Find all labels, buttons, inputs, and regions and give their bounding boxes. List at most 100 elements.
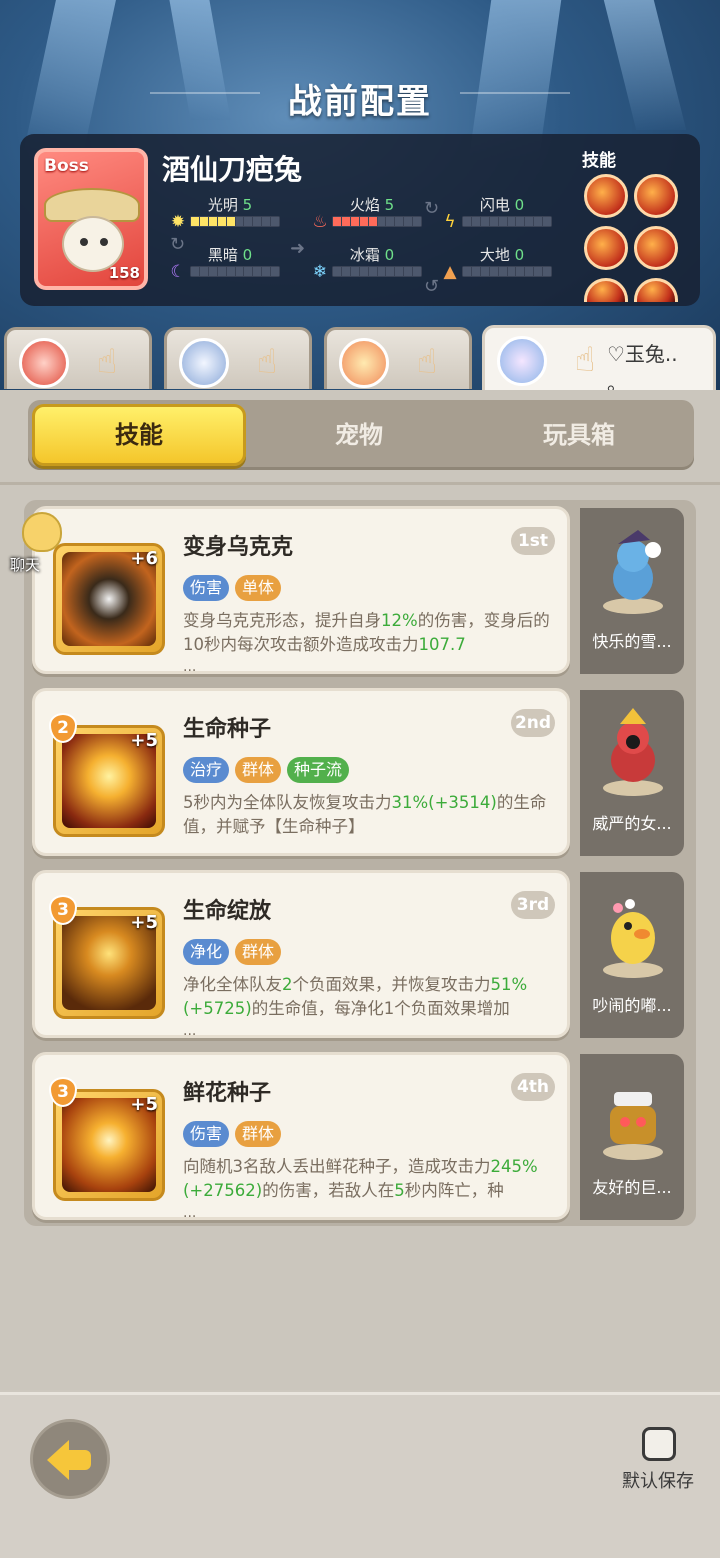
skill-tags: 净化 群体 [183, 939, 282, 965]
pet-name: 友好的巨... [592, 1178, 672, 1197]
tag: 单体 [235, 575, 282, 601]
footer: 默认保存 [0, 1392, 720, 1558]
tag: 群体 [235, 939, 282, 965]
element-lightning-bar [462, 216, 552, 227]
default-save-label: 默认保存 [622, 1471, 694, 1492]
team-slot-2[interactable]: ☝ [164, 327, 312, 389]
skill-rank: 1st [511, 527, 555, 555]
main-area: 技能 宠物 玩具箱 +6 变身乌克克 1st 伤害 单体 变身乌克克形态，提升自… [0, 390, 720, 1390]
hand-icon: ☝ [574, 340, 596, 380]
back-button[interactable] [30, 1419, 110, 1499]
skill-tags: 治疗 群体 种子流 [183, 757, 350, 783]
skill-card[interactable]: +5 3 鲜花种子 4th 伤害 群体 向随机3名敌人丢出鲜花种子，造成攻击力2… [32, 1052, 570, 1221]
tag: 净化 [183, 939, 230, 965]
skill-name: 鲜花种子 [183, 1081, 272, 1106]
tab-toybox[interactable]: 玩具箱 [472, 404, 686, 466]
skill-rank: 2nd [511, 709, 555, 737]
chat-button[interactable]: 聊天 [10, 512, 70, 576]
tag: 群体 [235, 757, 282, 783]
boss-portrait[interactable]: Boss 158 [34, 148, 148, 290]
boss-skill-orb[interactable] [634, 278, 678, 302]
skill-description: 变身乌克克形态，提升自身12%的伤害，变身后的10秒内每次攻击额外造成攻击力10… [183, 611, 550, 654]
skill-rank: 4th [511, 1073, 555, 1101]
boss-skill-orb[interactable] [584, 226, 628, 270]
tabs-bar: 技能 宠物 玩具箱 [28, 400, 694, 470]
pet-name: 吵闹的嘟... [592, 996, 672, 1015]
team-slot-4[interactable]: ☝ ♡玉兔.. 。 [482, 325, 716, 395]
lightning-icon: ϟ [444, 212, 456, 232]
fire-icon: ♨ [312, 212, 328, 232]
avatar [179, 338, 229, 388]
boss-skill-orb[interactable] [634, 226, 678, 270]
pet-name: 威严的女... [592, 814, 672, 833]
tag: 伤害 [183, 1121, 230, 1147]
avatar [339, 338, 389, 388]
element-dark-bar [190, 266, 280, 277]
cycle-arrow-icon: ↻ [170, 234, 186, 255]
tab-pets[interactable]: 宠物 [252, 404, 466, 466]
element-light-bar [190, 216, 280, 227]
pet-slot[interactable]: 威严的女... [580, 690, 684, 856]
hand-icon: ☝ [416, 342, 438, 382]
boss-skills-label: 技能 [582, 151, 616, 171]
hand-icon: ☝ [256, 342, 278, 382]
skill-description: 向随机3名敌人丢出鲜花种子，造成攻击力245%(+27562)的伤害，若敌人在5… [183, 1157, 538, 1200]
boss-skill-orb[interactable] [634, 174, 678, 218]
boss-skill-orb[interactable] [584, 278, 628, 302]
pet-figure [603, 1092, 663, 1160]
more-ellipsis: ... [183, 1205, 197, 1221]
element-lightning: 闪电 0 ϟ [440, 194, 570, 234]
tag: 种子流 [287, 757, 350, 783]
boss-name: 酒仙刀疤兔 [162, 153, 303, 186]
element-frost-bar [332, 266, 422, 277]
pet-name: 快乐的雪... [592, 632, 672, 651]
default-save-checkbox[interactable] [642, 1427, 676, 1461]
element-fire: 火焰 5 ♨ [310, 194, 440, 234]
skill-icon: +5 [53, 725, 165, 837]
tag: 群体 [235, 1121, 282, 1147]
cycle-arrow-icon: ↻ [424, 198, 440, 219]
skill-name: 生命种子 [183, 717, 272, 742]
element-fire-bar [332, 216, 422, 227]
sun-icon: ✹ [170, 212, 186, 232]
pet-slot[interactable]: 快乐的雪... [580, 508, 684, 674]
boss-skill-orb[interactable] [584, 174, 628, 218]
skill-description: 5秒内为全体队友恢复攻击力31%(+3514)的生命值，并赋予【生命种子】 [183, 793, 547, 836]
hand-icon: ☝ [96, 342, 118, 382]
pet-slot[interactable]: 友好的巨... [580, 1054, 684, 1220]
boss-info-panel: Boss 158 酒仙刀疤兔 光明 5 ✹ 火焰 5 ♨ 闪电 0 ϟ 黑暗 0… [20, 134, 700, 306]
team-slot-3[interactable]: ☝ [324, 327, 472, 389]
boss-level: 158 [108, 264, 140, 282]
skill-name: 生命绽放 [183, 899, 272, 924]
skill-card[interactable]: +6 变身乌克克 1st 伤害 单体 变身乌克克形态，提升自身12%的伤害，变身… [32, 506, 570, 675]
skill-tags: 伤害 群体 [183, 1121, 282, 1147]
pet-figure [603, 530, 663, 614]
snowflake-icon: ❄ [312, 262, 328, 282]
skill-card[interactable]: +5 2 生命种子 2nd 治疗 群体 种子流 5秒内为全体队友恢复攻击力31%… [32, 688, 570, 856]
team-member-name: ♡玉兔.. 。 [607, 342, 678, 395]
divider [0, 482, 720, 485]
skill-icon: +5 [53, 907, 165, 1019]
skill-card[interactable]: +5 3 生命绽放 3rd 净化 群体 净化全体队友2个负面效果，并恢复攻击力5… [32, 870, 570, 1039]
element-light: 光明 5 ✹ [168, 194, 298, 234]
mountain-icon: ▲ [443, 262, 457, 282]
pet-slot[interactable]: 吵闹的嘟... [580, 872, 684, 1038]
element-earth-bar [462, 266, 552, 277]
tag: 治疗 [183, 757, 230, 783]
avatar [19, 338, 69, 388]
chat-label: 聊天 [10, 556, 41, 574]
element-frost: 冰霜 0 ❄ [310, 244, 440, 284]
more-ellipsis: ... [183, 659, 197, 675]
team-slot-1[interactable]: ☝ [4, 327, 152, 389]
page-title: 战前配置 [288, 82, 432, 122]
skill-description: 净化全体队友2个负面效果，并恢复攻击力51%(+5725)的生命值，每净化1个负… [183, 975, 528, 1018]
moon-icon: ☾ [170, 262, 186, 282]
skill-list: +6 变身乌克克 1st 伤害 单体 变身乌克克形态，提升自身12%的伤害，变身… [24, 500, 696, 1226]
chat-icon [22, 512, 62, 552]
avatar [497, 336, 547, 386]
skill-rank: 3rd [511, 891, 555, 919]
tab-skills[interactable]: 技能 [32, 404, 246, 466]
tag: 伤害 [183, 575, 230, 601]
skill-name: 变身乌克克 [183, 535, 294, 560]
arrow-right-icon: ➜ [290, 238, 306, 259]
